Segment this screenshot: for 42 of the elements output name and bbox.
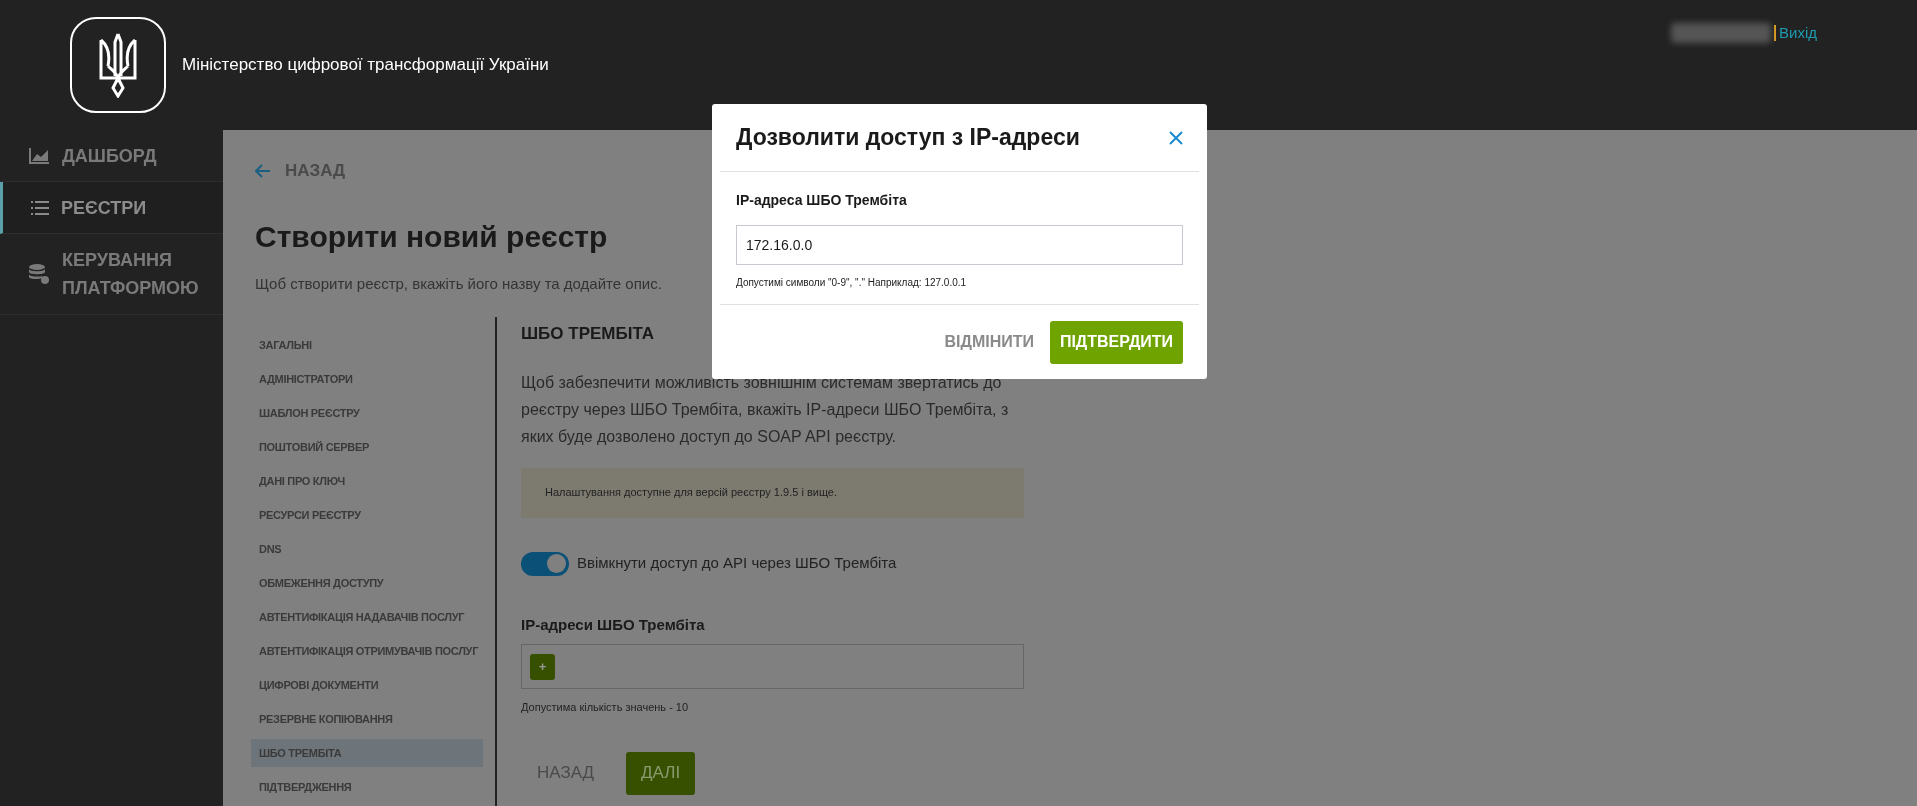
sidebar-item[interactable]: РЕЄСТРИ <box>0 182 223 234</box>
trident-logo-icon <box>98 32 138 98</box>
cancel-button[interactable]: ВІДМІНИТИ <box>944 330 1034 354</box>
ip-list-field[interactable]: + <box>521 644 1024 689</box>
logout-link[interactable]: Вихід <box>1779 22 1817 45</box>
step-item[interactable]: АВТЕНТИФІКАЦІЯ ОТРИМУВАЧІВ ПОСЛУГ <box>251 637 483 665</box>
page-title: Створити новий реєстр <box>255 218 608 255</box>
step-item[interactable]: ПОШТОВИЙ СЕРВЕР <box>251 433 483 461</box>
notice-box: Налаштування доступне для версій реєстру 1.9.5 і вище. <box>521 467 1024 518</box>
page-subtitle: Щоб створити реєстр, вкажіть його назву та додайте опис. <box>255 273 662 294</box>
confirm-button[interactable]: ПІДТВЕРДИТИ <box>1050 320 1183 364</box>
step-item[interactable]: ЗАГАЛЬНІ <box>251 331 483 359</box>
step-item[interactable]: ШАБЛОН РЕЄСТРУ <box>251 399 483 427</box>
ip-list-label: IP-адреси ШБО Трембіта <box>521 614 706 635</box>
chart-icon <box>28 146 50 165</box>
modal-title: Дозволити доступ з IP-адреси <box>736 123 1080 153</box>
ip-address-field[interactable]: 172.16.0.0 <box>736 225 1183 265</box>
next-button[interactable]: ДАЛІ <box>626 751 696 795</box>
close-icon[interactable] <box>1169 130 1183 145</box>
toggle-switch[interactable] <box>521 551 569 576</box>
step-item[interactable]: ЦИФРОВІ ДОКУМЕНТИ <box>251 671 483 699</box>
step-item[interactable]: ОБМЕЖЕННЯ ДОСТУПУ <box>251 569 483 597</box>
toggle-label: Ввімкнути доступ до API через ШБО Трембіта <box>577 553 897 574</box>
step-item[interactable]: ДАНІ ПРО КЛЮЧ <box>251 467 483 495</box>
sidebar-item[interactable]: КЕРУВАННЯ ПЛАТФОРМОЮ <box>0 234 223 315</box>
step-item[interactable]: АВТЕНТИФІКАЦІЯ НАДАВАЧІВ ПОСЛУГ <box>251 603 483 631</box>
step-item[interactable]: РЕЗЕРВНЕ КОПІЮВАННЯ <box>251 705 483 733</box>
logo[interactable] <box>70 17 166 113</box>
step-item[interactable]: РЕСУРСИ РЕЄСТРУ <box>251 501 483 529</box>
section-description: Щоб забезпечити можливість зовнішнім системам звертатись до реєстру через ШБО Трембіта, вкажіть IP-адреси ШБО Трембіта, з яких буде дозволено доступ до SOAP API реєстру. <box>521 372 1010 447</box>
list-icon <box>31 200 49 215</box>
ministry-title: Міністерство цифрової трансформації України <box>182 54 549 77</box>
step-item[interactable]: АДМІНІСТРАТОРИ <box>251 365 483 393</box>
step-item[interactable]: ШБО ТРЕМБІТА <box>251 739 483 767</box>
step-item[interactable]: ПІДТВЕРДЖЕННЯ <box>251 773 483 801</box>
ip-list-hint: Допустима кількість значень - 10 <box>521 700 690 715</box>
add-button[interactable]: + <box>530 653 555 680</box>
field-hint: Допустимі символи "0-9", "." Наприклад: 127.0.0.1 <box>736 276 968 290</box>
field-label: IP-адреса ШБО Трембіта <box>736 191 908 210</box>
database-gear-icon <box>28 263 50 285</box>
section-title: ШБО ТРЕМБІТА <box>521 323 654 345</box>
step-item[interactable]: DNS <box>251 535 483 563</box>
